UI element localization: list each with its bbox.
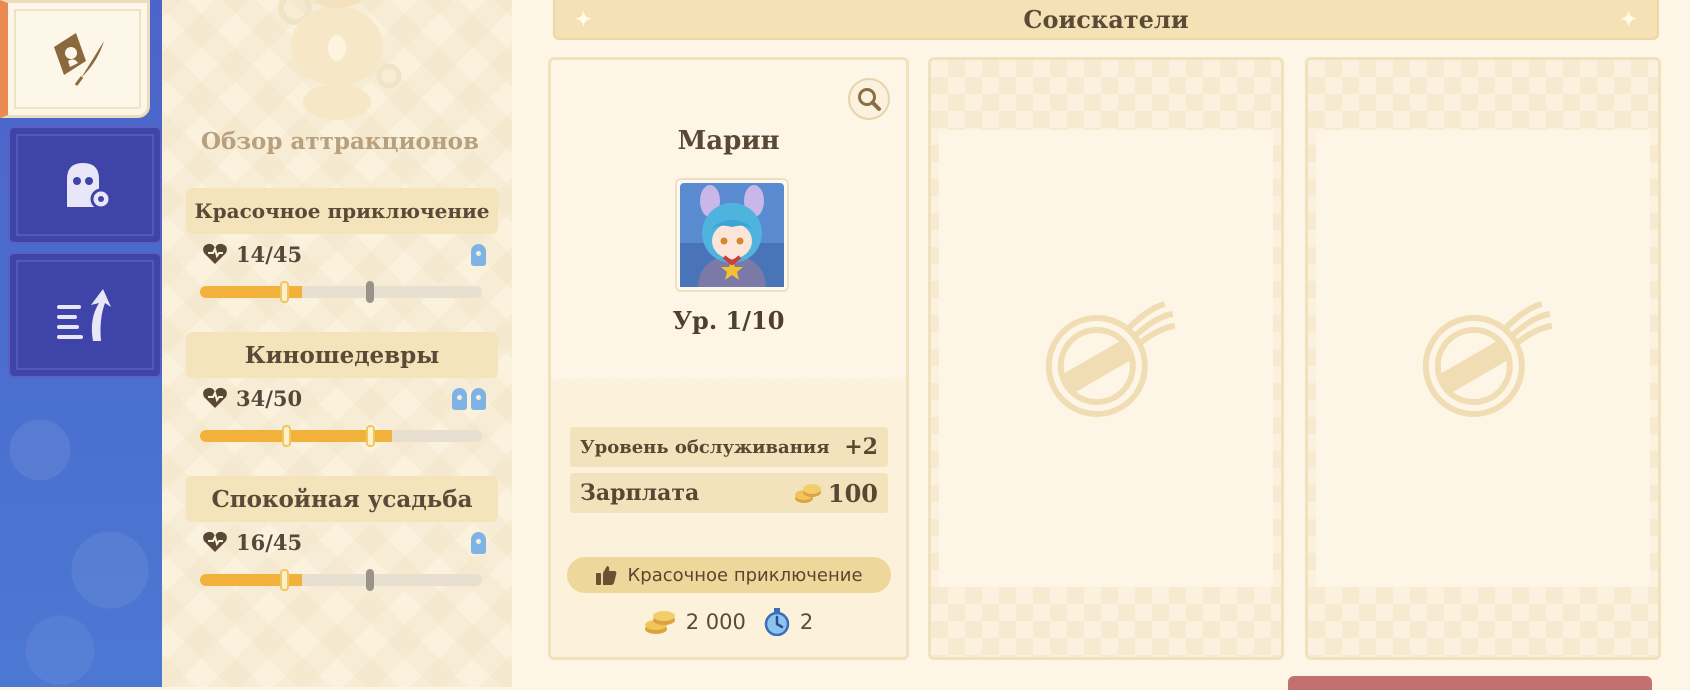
inspect-button[interactable] [848, 78, 890, 120]
stamina-bar [200, 425, 482, 447]
service-level-row: Уровень обслуживания +2 [570, 427, 888, 467]
stamina-bar [200, 569, 482, 591]
stamina-value: 16/45 [236, 529, 303, 555]
stamina-value: 34/50 [236, 385, 303, 411]
salary-value: 100 [827, 478, 878, 508]
stopwatch-icon [764, 608, 790, 636]
sparkle-icon: ✦ [1620, 7, 1637, 31]
coins-icon [644, 611, 675, 634]
heart-icon [203, 243, 227, 264]
tab-recruit[interactable] [0, 0, 150, 118]
applicants-header: ✦ Соискатели ✦ [553, 0, 1659, 40]
preferred-attraction-tag: Красочное приключение [567, 557, 891, 593]
candidate-slot-empty [928, 57, 1284, 660]
service-level-value: +2 [844, 434, 878, 460]
staff-slots [471, 244, 486, 266]
hire-cost: 2 000 2 [551, 608, 906, 636]
attraction-quiet-manor[interactable]: Спокойная усадьба 16/45 [186, 476, 498, 591]
candidate-slot-empty [1305, 57, 1661, 660]
attraction-colorful-adventure[interactable]: Красочное приключение 14/45 [186, 188, 498, 303]
coins-icon [794, 484, 821, 503]
salary-row: Зарплата 100 [570, 473, 888, 513]
mascot-decoration-icon [278, 0, 402, 120]
staff-ghost-icon [452, 388, 467, 410]
salary-label: Зарплата [580, 480, 700, 506]
tab-rail [0, 0, 162, 687]
staff-ghost-icon [471, 532, 486, 554]
tab-upgrade[interactable] [8, 252, 162, 378]
recruit-icon [53, 33, 104, 86]
candidate-name: Марин [677, 126, 780, 156]
stamina-row: 34/50 [186, 378, 498, 418]
attraction-name: Киношедевры [186, 332, 498, 378]
heart-icon [203, 531, 227, 552]
attraction-cinema-masterpieces[interactable]: Киношедевры 34/50 [186, 332, 498, 447]
candidate-portrait [675, 178, 789, 292]
candidate-card[interactable]: Марин Ур. 1/10 Уровень обслуживания +2 З… [548, 57, 909, 660]
threshold-marker [282, 425, 291, 447]
threshold-marker [280, 281, 289, 303]
page-title: Соискатели [1023, 4, 1189, 34]
wax-seal-icon [1045, 300, 1176, 417]
candidate-level: Ур. 1/10 [672, 306, 785, 335]
staff-slots [471, 532, 486, 554]
overview-title: Обзор аттракционов [200, 128, 480, 155]
threshold-marker [280, 569, 289, 591]
magnifier-icon [858, 88, 881, 111]
stamina-row: 14/45 [186, 234, 498, 274]
staff-icon [67, 163, 112, 210]
heart-icon [203, 387, 227, 408]
wavy-divider [551, 370, 906, 381]
tab-staff[interactable] [8, 126, 162, 244]
attractions-overview-panel: Обзор аттракционов Красочное приключение… [162, 0, 512, 687]
staff-ghost-icon [471, 388, 486, 410]
staff-ghost-icon [471, 244, 486, 266]
hire-time-value: 2 [799, 610, 814, 634]
threshold-marker [366, 569, 374, 591]
stamina-bar-fill [200, 430, 392, 442]
sparkle-icon: ✦ [575, 7, 592, 31]
thumbs-up-icon [596, 566, 617, 585]
staff-slots [452, 388, 486, 410]
candidate-avatar [680, 183, 784, 287]
threshold-marker [366, 425, 375, 447]
wax-seal-icon [1422, 300, 1553, 417]
attraction-name: Красочное приключение [186, 188, 498, 234]
hire-cost-value: 2 000 [685, 610, 746, 634]
preferred-attraction-label: Красочное приключение [627, 564, 863, 586]
service-level-label: Уровень обслуживания [580, 436, 830, 458]
bottom-button-edge[interactable] [1288, 676, 1652, 690]
upgrade-icon [57, 289, 111, 341]
stamina-value: 14/45 [236, 241, 303, 267]
threshold-marker [366, 281, 374, 303]
stamina-bar [200, 281, 482, 303]
attraction-name: Спокойная усадьба [186, 476, 498, 522]
stamina-row: 16/45 [186, 522, 498, 562]
